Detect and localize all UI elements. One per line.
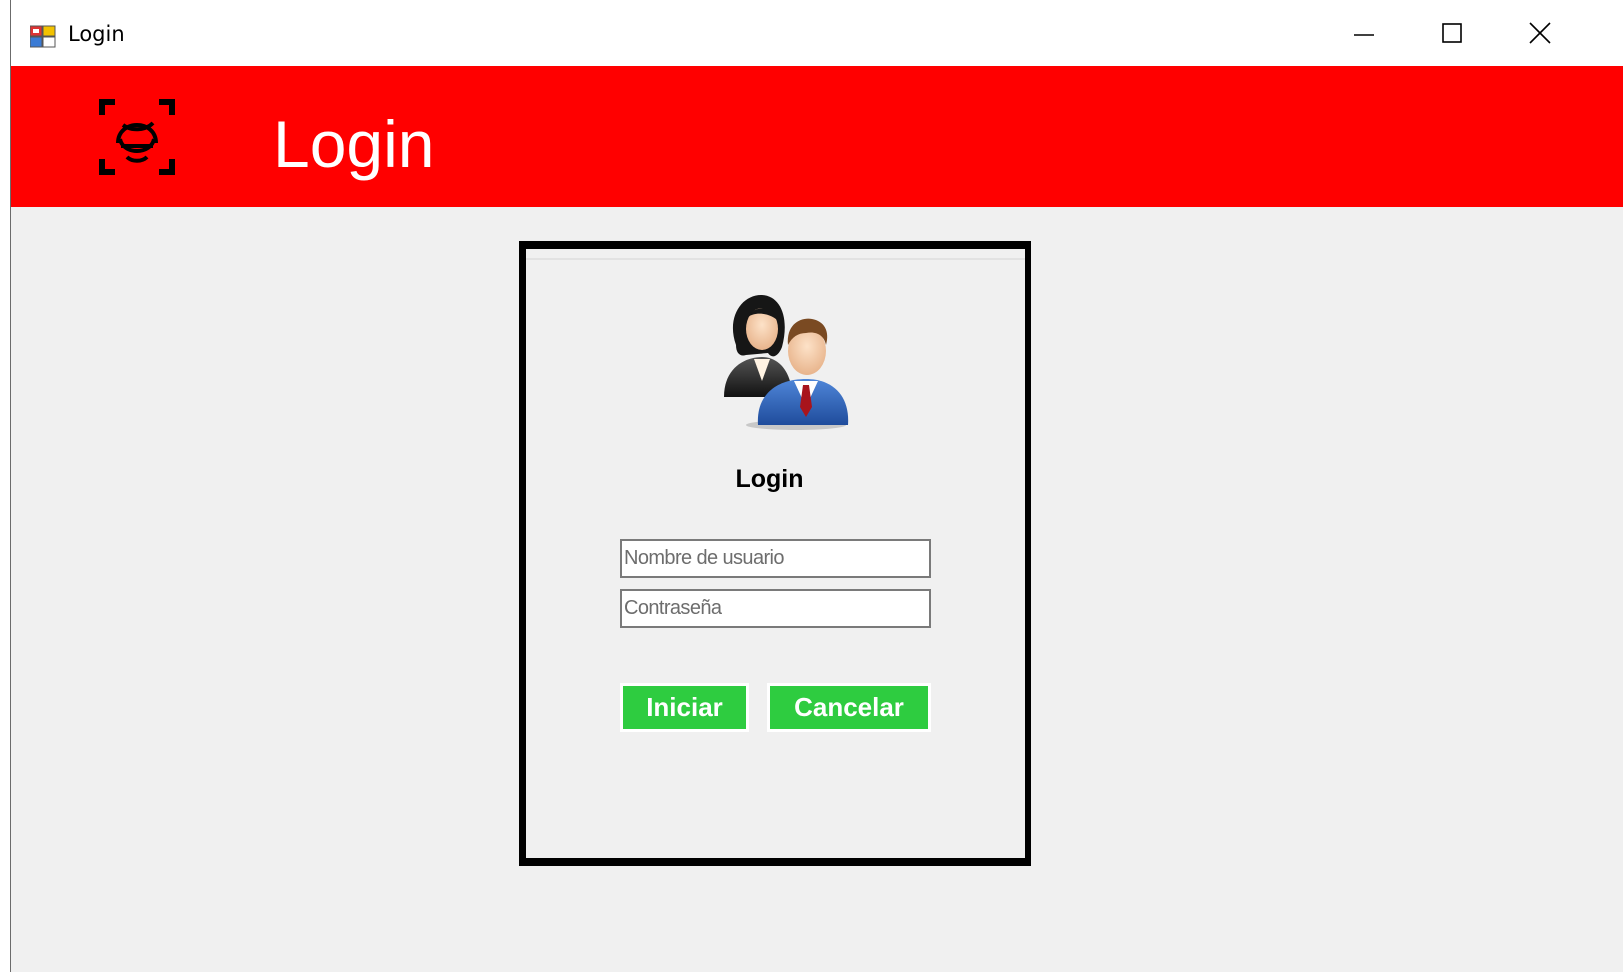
- cancel-button[interactable]: Cancelar: [767, 683, 931, 732]
- banner-title: Login: [273, 107, 435, 181]
- login-window: Login Login Login Nombre de usuario Inic…: [10, 0, 1623, 972]
- users-icon: [724, 295, 849, 430]
- title-bar: Login: [11, 0, 1623, 66]
- start-button[interactable]: Iniciar: [620, 683, 749, 732]
- password-input[interactable]: [620, 589, 931, 628]
- panel-divider: [526, 258, 1025, 260]
- window-title: Login: [68, 22, 125, 46]
- login-heading: Login: [735, 465, 804, 493]
- minimize-button[interactable]: [1320, 0, 1408, 66]
- maximize-icon: [1442, 23, 1462, 43]
- face-scan-icon: [99, 99, 175, 175]
- close-icon: [1529, 22, 1551, 44]
- header-banner: Login: [11, 66, 1623, 207]
- app-icon: [30, 25, 56, 48]
- minimize-icon: [1354, 34, 1374, 36]
- maximize-button[interactable]: [1408, 0, 1496, 66]
- login-panel: Login Iniciar Cancelar: [519, 241, 1031, 866]
- username-input[interactable]: [620, 539, 931, 578]
- close-button[interactable]: [1496, 0, 1584, 66]
